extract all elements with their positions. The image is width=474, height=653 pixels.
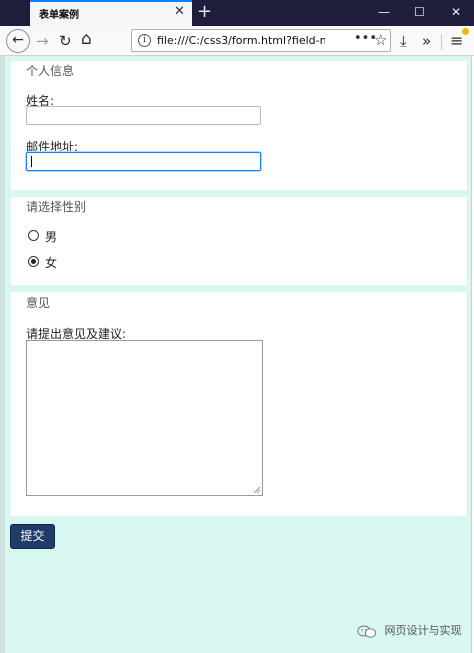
gender-female-radio[interactable]	[28, 256, 39, 267]
watermark-text: 网页设计与实现	[384, 624, 462, 637]
radio-selected-dot	[31, 259, 36, 264]
url-bar[interactable]: i file:///C:/css3/form.html?field-name •…	[131, 29, 391, 52]
close-window-button[interactable]: ✕	[451, 4, 461, 20]
wechat-icon	[357, 625, 377, 638]
opinion-legend: 意见	[26, 296, 51, 310]
navigation-bar: ← → ↻ ⌂ i file:///C:/css3/form.html?fiel…	[0, 26, 474, 56]
email-input[interactable]	[26, 152, 261, 171]
resize-grip-icon[interactable]	[254, 487, 260, 493]
personal-info-legend: 个人信息	[26, 64, 75, 78]
tab-title: 表单案例	[39, 10, 79, 21]
title-bar: 表单案例 ✕ + — ☐ ✕	[0, 0, 474, 26]
gender-fieldset: 请选择性别 男 女	[11, 197, 467, 285]
toolbar-divider	[441, 34, 442, 50]
update-badge	[462, 28, 469, 35]
submit-button[interactable]: 提交	[10, 524, 55, 549]
url-text[interactable]: file:///C:/css3/form.html?field-name	[157, 34, 325, 47]
name-input[interactable]	[26, 106, 261, 125]
gender-female-label[interactable]: 女	[45, 254, 57, 271]
forward-button[interactable]: →	[36, 31, 49, 51]
back-button[interactable]: ←	[6, 29, 30, 53]
bookmark-star-icon[interactable]: ☆	[374, 31, 387, 49]
reload-button[interactable]: ↻	[59, 31, 72, 51]
download-icon[interactable]: ⤓	[400, 31, 407, 51]
new-tab-button[interactable]: +	[197, 1, 212, 23]
gender-male-label[interactable]: 男	[45, 228, 57, 245]
tab-accent	[30, 0, 192, 2]
tab-close-icon[interactable]: ✕	[174, 4, 185, 20]
overflow-chevron-icon[interactable]: »	[422, 31, 431, 51]
watermark: 网页设计与实现	[357, 622, 462, 638]
maximize-button[interactable]: ☐	[414, 4, 425, 20]
gender-legend: 请选择性别	[26, 200, 87, 214]
menu-icon[interactable]: ≡	[450, 31, 463, 51]
personal-info-fieldset: 个人信息 姓名: 邮件地址:	[11, 61, 467, 190]
opinion-textarea[interactable]	[26, 340, 263, 496]
active-tab[interactable]: 表单案例 ✕	[30, 0, 192, 26]
opinion-fieldset: 意见 请提出意见及建议:	[11, 292, 467, 516]
minimize-button[interactable]: —	[378, 4, 390, 20]
home-button[interactable]: ⌂	[81, 29, 92, 49]
info-icon[interactable]: i	[138, 34, 151, 47]
text-caret	[31, 156, 32, 167]
page-content: 个人信息 姓名: 邮件地址: 请选择性别 男 女 意见 请提出意见及建议: 提交…	[0, 56, 474, 653]
gender-male-radio[interactable]	[28, 230, 39, 241]
